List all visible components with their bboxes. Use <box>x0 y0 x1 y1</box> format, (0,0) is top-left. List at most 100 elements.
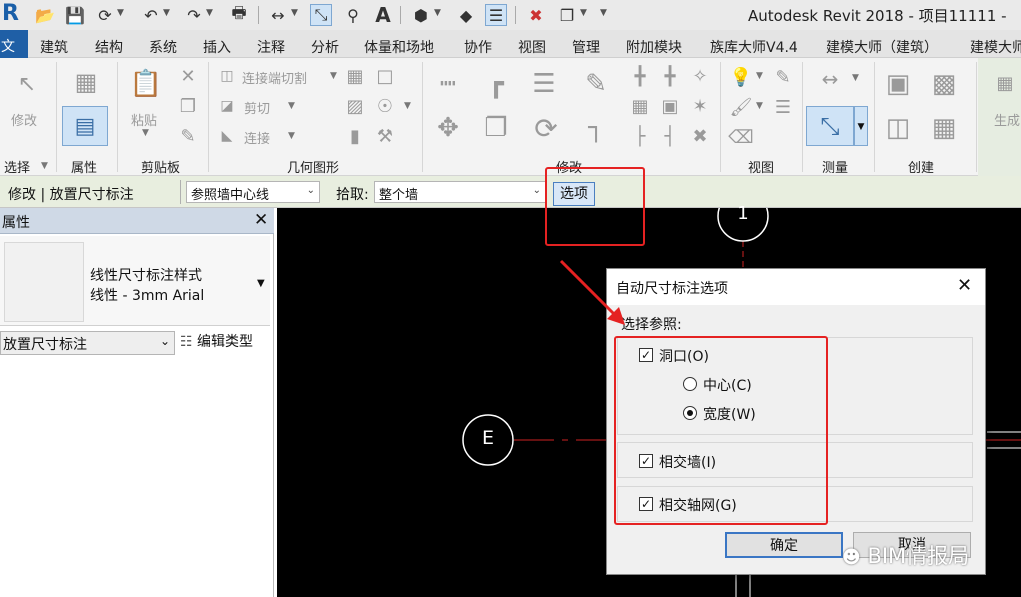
tab-structure[interactable]: 结构 <box>95 37 123 57</box>
tab-family-master[interactable]: 族库大师V4.4 <box>710 37 798 57</box>
cursor-icon[interactable]: ↖ <box>12 68 42 100</box>
linework-icon[interactable]: ☰ <box>772 96 794 118</box>
mirror-axis-icon[interactable]: ☰ <box>526 66 562 102</box>
scale-icon[interactable]: ▣ <box>660 96 680 117</box>
undo-dropdown-icon[interactable]: ▼ <box>163 8 170 18</box>
create-similar-icon[interactable]: ▦ <box>926 110 962 146</box>
trim-icon[interactable]: ┐ <box>578 110 614 146</box>
tab-manage[interactable]: 管理 <box>572 37 600 57</box>
remove-paint-icon[interactable]: ⚒ <box>375 126 395 147</box>
extend-icon[interactable]: ┤ <box>660 126 680 147</box>
close-hidden-icon[interactable]: ✖ <box>525 4 547 26</box>
cope-label[interactable]: 连接端切割 <box>242 68 307 87</box>
aligned-dim-ribbon-icon[interactable]: ⤡ <box>806 106 854 146</box>
measure-between-icon[interactable]: ↔ <box>810 67 850 91</box>
cut-clip-icon[interactable]: ✕ <box>177 66 199 87</box>
delete-icon[interactable]: ✖ <box>690 126 710 147</box>
print-icon[interactable]: 🖶 <box>228 3 250 26</box>
join-icon[interactable]: ◣ <box>217 126 237 146</box>
tab-modeling-master-arch[interactable]: 建模大师（建筑） <box>826 37 938 57</box>
dimension-dropdown-icon[interactable]: ▼ <box>854 106 868 146</box>
unpin-icon[interactable]: ✶ <box>690 96 710 117</box>
dialog-close-icon[interactable]: ✕ <box>957 275 972 296</box>
sync-dropdown-icon[interactable]: ▼ <box>117 8 124 18</box>
offset-icon[interactable]: ┏ <box>478 66 514 102</box>
copy-icon[interactable]: ❐ <box>177 96 199 117</box>
generate-icon[interactable]: ▦ <box>992 70 1018 96</box>
rotate-icon[interactable]: ⟳ <box>528 110 564 146</box>
type-dropdown-icon[interactable]: ▼ <box>257 278 265 289</box>
paint-icon[interactable]: □ <box>375 66 395 87</box>
create-parts-icon[interactable]: ▩ <box>926 66 962 102</box>
edit-type-button[interactable]: ☷ 编辑类型 <box>180 331 270 355</box>
split-gap-icon[interactable]: ╋ <box>660 66 680 87</box>
paste-dropdown-icon[interactable]: ▼ <box>142 128 149 138</box>
group-label-select[interactable]: 选择 <box>4 157 30 176</box>
copy-element-icon[interactable]: ❐ <box>478 110 514 146</box>
join-label[interactable]: 连接 <box>244 128 270 147</box>
tab-addins[interactable]: 附加模块 <box>626 37 682 57</box>
move-icon[interactable]: ✥ <box>430 110 466 146</box>
match-props-icon[interactable]: ✎ <box>177 126 199 147</box>
tag-icon[interactable]: ⚲ <box>342 4 364 26</box>
pick-combo[interactable]: 整个墙 ⌄ <box>374 181 546 203</box>
paste-icon[interactable]: 📋 <box>128 64 164 104</box>
pin-icon[interactable]: ✧ <box>690 66 710 87</box>
ok-button[interactable]: 确定 <box>725 532 843 558</box>
instance-filter-combo[interactable]: 放置尺寸标注 ⌄ <box>0 331 175 355</box>
text-icon[interactable]: A <box>372 3 394 27</box>
modify-label[interactable]: 修改 <box>11 110 37 129</box>
tab-systems[interactable]: 系统 <box>149 37 177 57</box>
sync-icon[interactable]: ⟳ <box>94 4 116 26</box>
tab-collaborate[interactable]: 协作 <box>464 37 492 57</box>
redo-icon[interactable]: ↷ <box>183 4 205 26</box>
properties-icon[interactable]: ▤ <box>62 106 108 146</box>
measure-icon[interactable]: ↔ <box>267 4 289 26</box>
3d-view-icon[interactable]: ⬢ <box>410 4 432 26</box>
tab-view[interactable]: 视图 <box>518 37 546 57</box>
create-assembly-icon[interactable]: ◫ <box>880 110 916 146</box>
switch-windows-icon[interactable]: ❐ <box>556 4 578 26</box>
cut-dropdown-icon[interactable]: ▼ <box>288 101 295 111</box>
paste-label[interactable]: 粘贴 <box>131 110 157 129</box>
undo-icon[interactable]: ↶ <box>140 4 162 26</box>
create-group-icon[interactable]: ▣ <box>880 66 916 102</box>
lightbulb-dropdown-icon[interactable]: ▼ <box>756 71 763 81</box>
tab-massing-site[interactable]: 体量和场地 <box>364 37 434 57</box>
lightbulb-icon[interactable]: 💡 <box>730 66 752 88</box>
tab-modeling-master[interactable]: 建模大师 <box>970 37 1021 57</box>
close-icon[interactable]: ✕ <box>254 210 268 230</box>
brush-dropdown-icon[interactable]: ▼ <box>756 101 763 111</box>
measure-dropdown-ribbon-icon[interactable]: ▼ <box>852 73 859 83</box>
switch-dropdown-icon[interactable]: ▼ <box>580 8 587 18</box>
tab-annotate[interactable]: 注释 <box>257 37 285 57</box>
tab-architecture[interactable]: 建筑 <box>40 37 68 57</box>
cope-icon[interactable]: ◫ <box>217 66 237 86</box>
trim-multi-icon[interactable]: ├ <box>630 126 650 147</box>
wall-joins-icon[interactable]: ▦ <box>345 66 365 87</box>
demolish-dropdown-icon[interactable]: ▼ <box>404 101 411 111</box>
align-icon[interactable]: ┉ <box>430 66 466 102</box>
aligned-dimension-icon[interactable]: ⤡ <box>310 4 332 26</box>
tab-file[interactable]: 文件 <box>0 30 28 58</box>
cope-dropdown-icon[interactable]: ▼ <box>330 71 337 81</box>
redo-dropdown-icon[interactable]: ▼ <box>206 8 213 18</box>
revit-logo[interactable]: R <box>2 1 19 26</box>
section-icon[interactable]: ◆ <box>455 4 477 26</box>
array-icon[interactable]: ▦ <box>630 96 650 117</box>
select-dropdown-icon[interactable]: ▼ <box>41 161 48 171</box>
split-face-icon[interactable]: ▨ <box>345 96 365 117</box>
customize-qat-icon[interactable]: ▼ <box>600 8 607 18</box>
demolish-icon[interactable]: ☉ <box>375 96 395 117</box>
tab-insert[interactable]: 插入 <box>203 37 231 57</box>
thin-lines-icon[interactable]: ☰ <box>485 4 507 26</box>
family-types-icon[interactable]: ▦ <box>67 64 105 100</box>
3d-dropdown-icon[interactable]: ▼ <box>434 8 441 18</box>
open-icon[interactable]: 📂 <box>34 4 56 26</box>
generate-label[interactable]: 生成 <box>994 110 1020 129</box>
tab-analyze[interactable]: 分析 <box>311 37 339 57</box>
eraser-icon[interactable]: ⌫ <box>728 126 753 148</box>
measure-dropdown-icon[interactable]: ▼ <box>291 8 298 18</box>
mirror-draw-icon[interactable]: ✎ <box>578 66 614 102</box>
brush-icon[interactable]: 🖌 <box>730 96 753 118</box>
